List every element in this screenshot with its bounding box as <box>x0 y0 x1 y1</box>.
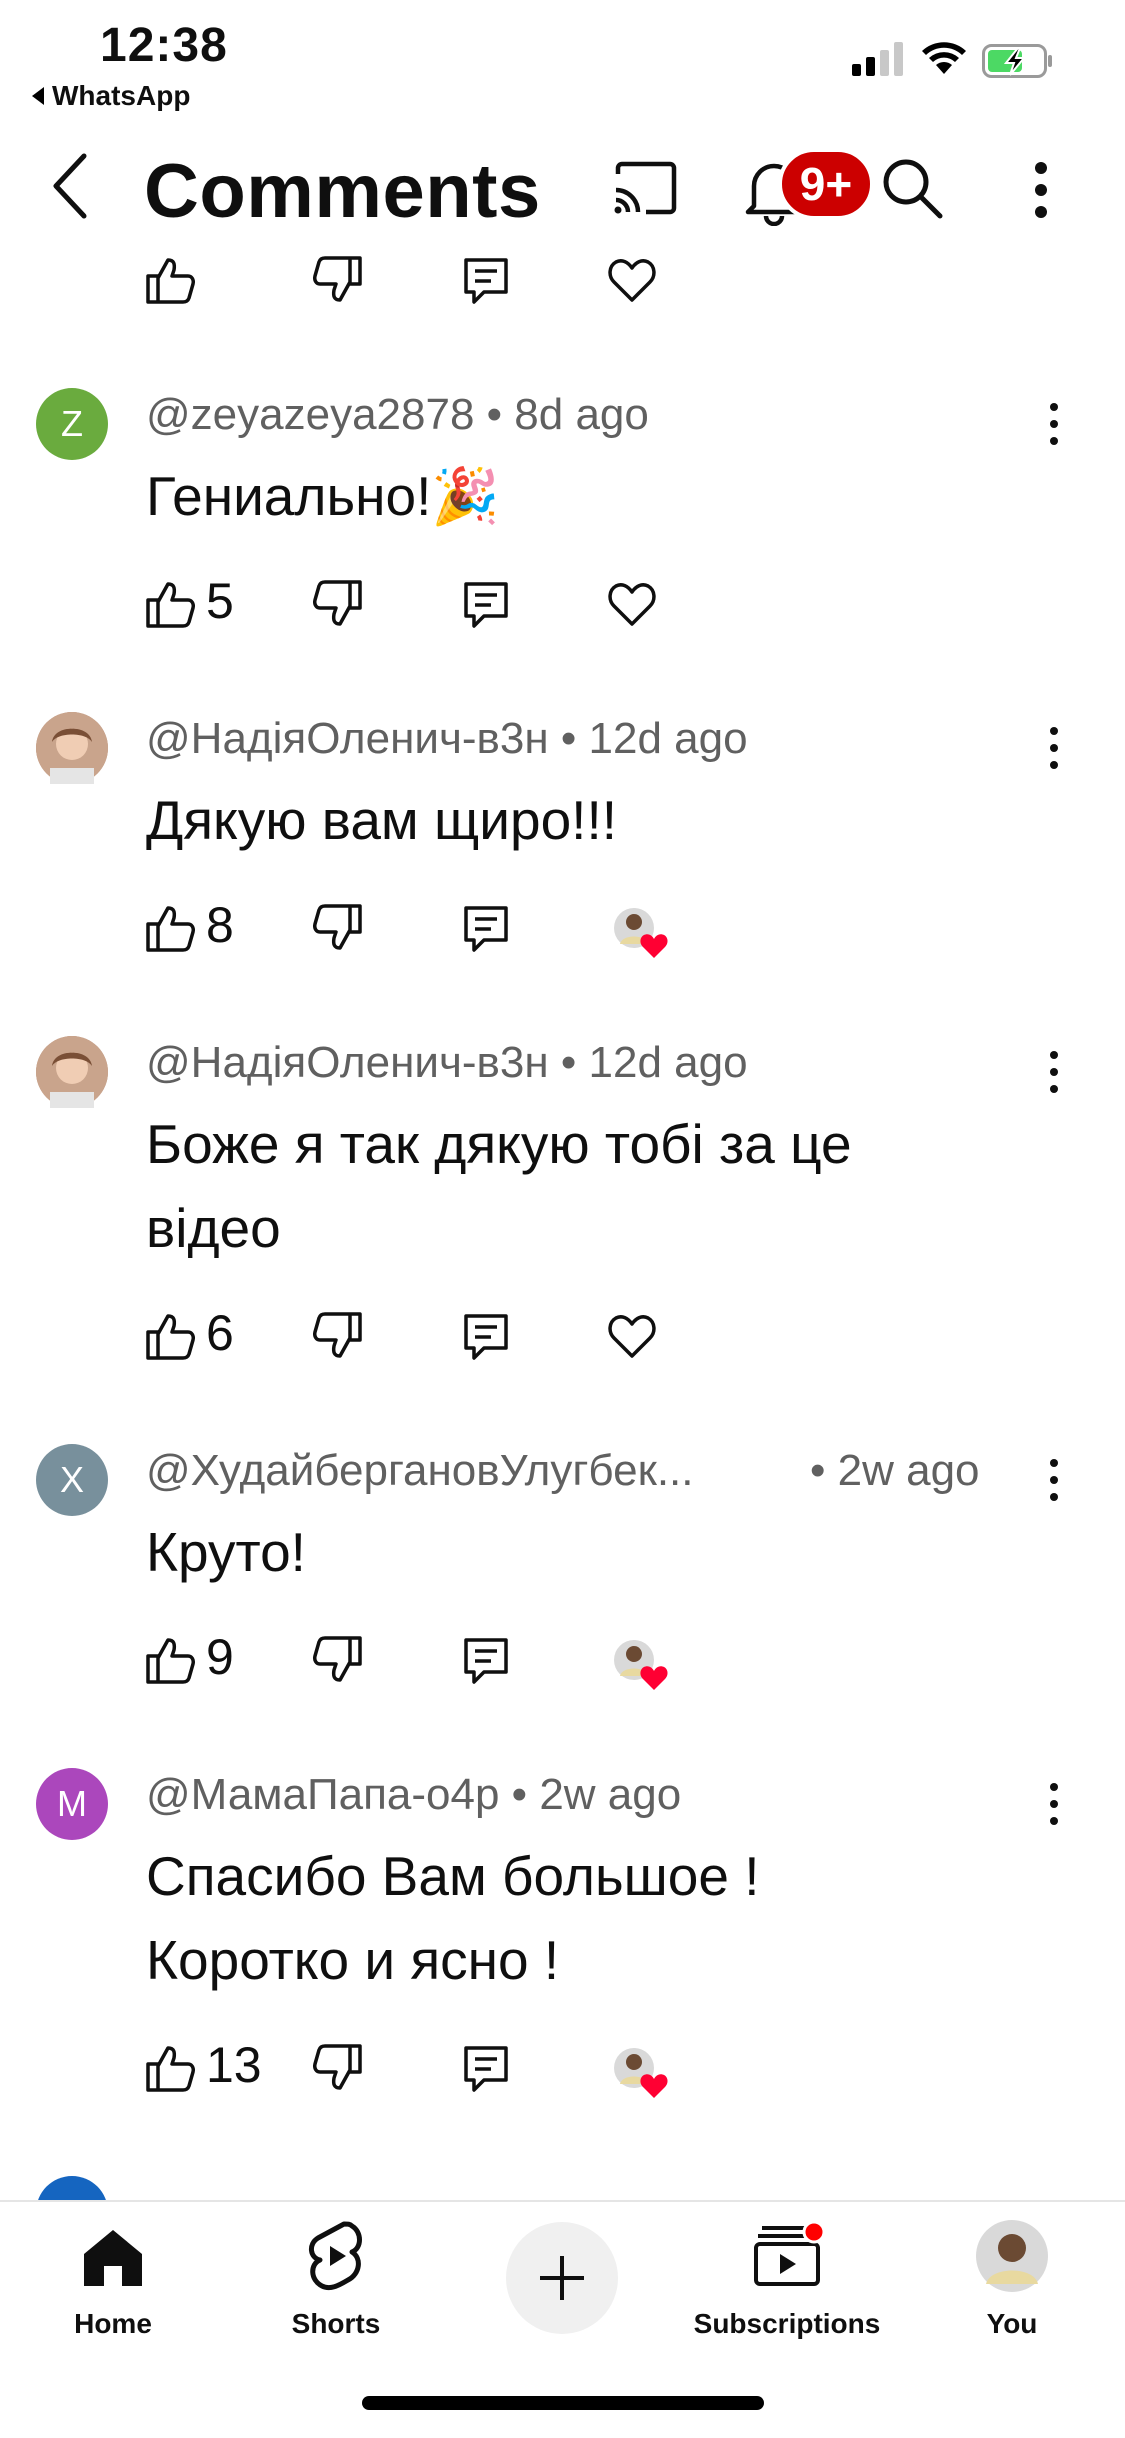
nav-home-label[interactable]: Home <box>40 2308 186 2340</box>
more-options-icon[interactable] <box>1026 160 1056 220</box>
dislike-icon[interactable] <box>312 254 364 306</box>
creator-heart-icon <box>610 904 670 960</box>
plus-icon <box>540 2256 584 2300</box>
comment-text: Гениально!🎉 <box>146 465 500 527</box>
back-triangle-icon <box>32 87 44 105</box>
like-icon[interactable] <box>144 578 196 630</box>
avatar[interactable]: M <box>36 1768 108 1840</box>
avatar[interactable]: Z <box>36 388 108 460</box>
search-icon[interactable] <box>880 156 944 220</box>
comment-more-icon[interactable] <box>1044 726 1064 770</box>
home-icon[interactable] <box>80 2224 146 2290</box>
reply-icon[interactable] <box>460 1310 512 1362</box>
you-avatar[interactable] <box>976 2220 1048 2292</box>
like-count: 8 <box>206 897 234 953</box>
like-icon[interactable] <box>144 1310 196 1362</box>
comment-more-icon[interactable] <box>1044 1050 1064 1094</box>
avatar-photo <box>36 712 108 784</box>
avatar[interactable] <box>36 1036 108 1108</box>
dislike-icon[interactable] <box>312 578 364 630</box>
like-count: 6 <box>206 1305 234 1361</box>
comment-text-line: Спасибо Вам большое ! <box>146 1845 760 1907</box>
like-count: 13 <box>206 2037 262 2093</box>
comment-text-line: Коротко и ясно ! <box>146 1929 560 1991</box>
avatar[interactable]: X <box>36 1444 108 1516</box>
like-icon[interactable] <box>144 254 196 306</box>
reply-icon[interactable] <box>460 902 512 954</box>
dislike-icon[interactable] <box>312 1310 364 1362</box>
avatar[interactable] <box>36 712 108 784</box>
comment-author[interactable]: @zeyazeya2878 • 8d ago <box>146 390 649 440</box>
like-icon[interactable] <box>144 902 196 954</box>
heart-icon[interactable] <box>606 578 658 630</box>
avatar-photo <box>36 1036 108 1108</box>
battery-charging-icon <box>982 44 1052 78</box>
dislike-icon[interactable] <box>312 1634 364 1686</box>
comment-more-icon[interactable] <box>1044 402 1064 446</box>
comment-author[interactable]: @НадіяОленич-в3н • 12d ago <box>146 1038 748 1088</box>
back-app-label: WhatsApp <box>52 80 191 111</box>
like-icon[interactable] <box>144 1634 196 1686</box>
comment-more-icon[interactable] <box>1044 1782 1064 1826</box>
reply-icon[interactable] <box>460 1634 512 1686</box>
comment-time: • 2w ago <box>810 1446 980 1495</box>
reply-icon[interactable] <box>460 254 512 306</box>
page-title: Comments <box>144 149 541 234</box>
nav-you-label[interactable]: You <box>962 2308 1062 2340</box>
dislike-icon[interactable] <box>312 902 364 954</box>
comment-author[interactable]: @МамаПапа-о4р • 2w ago <box>146 1770 681 1820</box>
nav-subscriptions-label[interactable]: Subscriptions <box>680 2308 894 2340</box>
like-count: 5 <box>206 573 234 629</box>
comment-text-line: відео <box>146 1197 281 1259</box>
notification-count-badge: 9+ <box>778 148 874 220</box>
home-indicator[interactable] <box>362 2396 764 2410</box>
like-count: 9 <box>206 1629 234 1685</box>
reply-icon[interactable] <box>460 578 512 630</box>
status-time: 12:38 <box>100 19 228 72</box>
creator-heart-icon <box>610 2044 670 2100</box>
heart-icon[interactable] <box>606 1310 658 1362</box>
comment-text: Дякую вам щиро!!! <box>146 789 618 851</box>
like-icon[interactable] <box>144 2042 196 2094</box>
comment-more-icon[interactable] <box>1044 1458 1064 1502</box>
comment-text-line: Боже я так дякую тобі за це <box>146 1113 852 1175</box>
dislike-icon[interactable] <box>312 2042 364 2094</box>
wifi-icon <box>922 42 966 74</box>
create-button[interactable] <box>506 2222 618 2334</box>
heart-icon[interactable] <box>606 254 658 306</box>
back-button[interactable] <box>48 150 92 222</box>
reply-icon[interactable] <box>460 2042 512 2094</box>
back-to-app-link[interactable]: WhatsApp <box>32 80 190 112</box>
comment-author[interactable]: @НадіяОленич-в3н • 12d ago <box>146 714 748 764</box>
cast-icon[interactable] <box>612 160 678 216</box>
subscriptions-icon[interactable] <box>752 2222 828 2288</box>
cellular-signal-icon <box>852 42 903 76</box>
comment-author[interactable]: @ХудайбергановУлугбек... <box>146 1446 694 1496</box>
shorts-icon[interactable] <box>304 2218 368 2294</box>
comment-text: Круто! <box>146 1521 306 1583</box>
creator-heart-icon <box>610 1636 670 1692</box>
nav-shorts-label[interactable]: Shorts <box>266 2308 406 2340</box>
